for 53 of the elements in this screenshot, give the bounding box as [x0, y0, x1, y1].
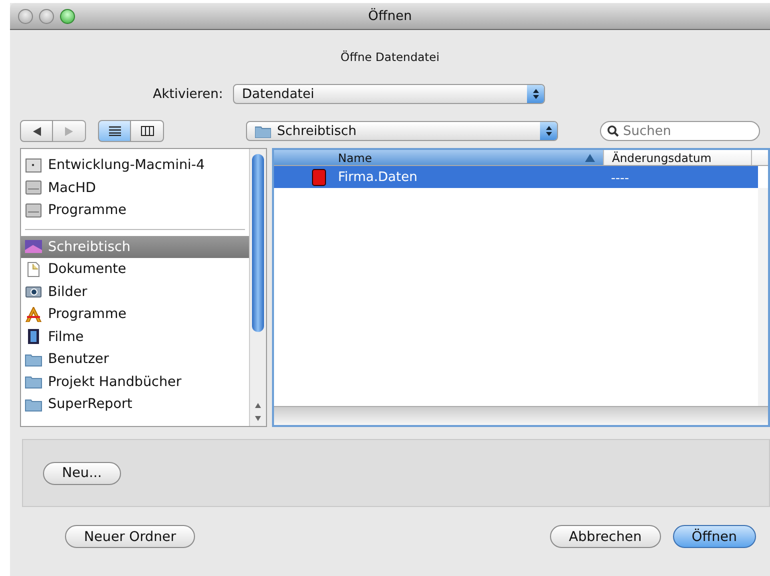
folder-icon: [25, 374, 42, 390]
new-button[interactable]: Neu...: [43, 462, 121, 484]
camera-icon: [25, 284, 42, 300]
location-popup[interactable]: Schreibtisch: [246, 121, 558, 141]
zoom-button[interactable]: [60, 8, 75, 24]
sidebar-item[interactable]: Filme: [21, 326, 249, 348]
stepper-icon: [540, 122, 557, 140]
scroll-bar[interactable]: [249, 149, 266, 426]
open-button[interactable]: Öffnen: [672, 525, 756, 548]
stepper-icon: [527, 85, 544, 103]
folder-icon: [25, 396, 42, 412]
right-arrow-icon: [65, 126, 73, 136]
column-view-button[interactable]: [131, 120, 164, 142]
format-label: Aktivieren:: [152, 86, 224, 102]
sidebar-item[interactable]: Projekt Handbücher: [21, 370, 249, 393]
format-popup[interactable]: Datendatei: [233, 84, 545, 104]
window-title: Öffnen: [368, 8, 412, 24]
column-view-icon: [140, 126, 154, 136]
sidebar-item[interactable]: Schreibtisch: [21, 236, 249, 258]
data-file-icon: [312, 168, 326, 186]
sidebar-item[interactable]: Programme: [21, 303, 249, 326]
sort-arrow-icon: [585, 154, 595, 162]
file-row[interactable]: Firma.Daten ----: [274, 166, 758, 188]
column-header[interactable]: Änderungsdatum: [603, 150, 751, 165]
folder-icon: [255, 124, 271, 138]
left-arrow-icon: [32, 126, 40, 136]
column-header[interactable]: Name: [274, 150, 603, 165]
sidebar-item[interactable]: Bilder: [21, 280, 249, 303]
sidebar-item[interactable]: SuperReport: [21, 393, 249, 416]
cancel-button[interactable]: Abbrechen: [550, 525, 661, 548]
sidebar-item[interactable]: Dokumente: [21, 258, 249, 280]
file-name: Firma.Daten: [338, 170, 418, 184]
list-view-icon: [108, 126, 120, 136]
list-view-button[interactable]: [98, 120, 131, 142]
server-icon: [25, 158, 42, 173]
back-button[interactable]: [20, 120, 53, 142]
sidebar-item[interactable]: Programme: [21, 199, 249, 222]
file-date: ----: [610, 170, 630, 184]
search-icon: [607, 125, 619, 137]
sidebar-item[interactable]: Benutzer: [21, 348, 249, 370]
apps-icon: [25, 306, 42, 322]
sidebar-item[interactable]: MacHD: [21, 176, 249, 199]
close-button[interactable]: [18, 8, 33, 24]
new-folder-button[interactable]: Neuer Ordner: [65, 525, 196, 548]
dialog-message: Öffne Datendatei: [340, 50, 440, 66]
minimize-button[interactable]: [39, 8, 54, 24]
film-icon: [25, 329, 42, 344]
document-icon: [25, 262, 42, 277]
desktop-icon: [25, 239, 42, 254]
sidebar-item[interactable]: Entwicklung-Macmini-4: [21, 154, 249, 176]
horizontal-scroll-bar[interactable]: [274, 406, 768, 425]
search-field[interactable]: Suchen: [600, 121, 760, 141]
folder-icon: [25, 352, 42, 367]
